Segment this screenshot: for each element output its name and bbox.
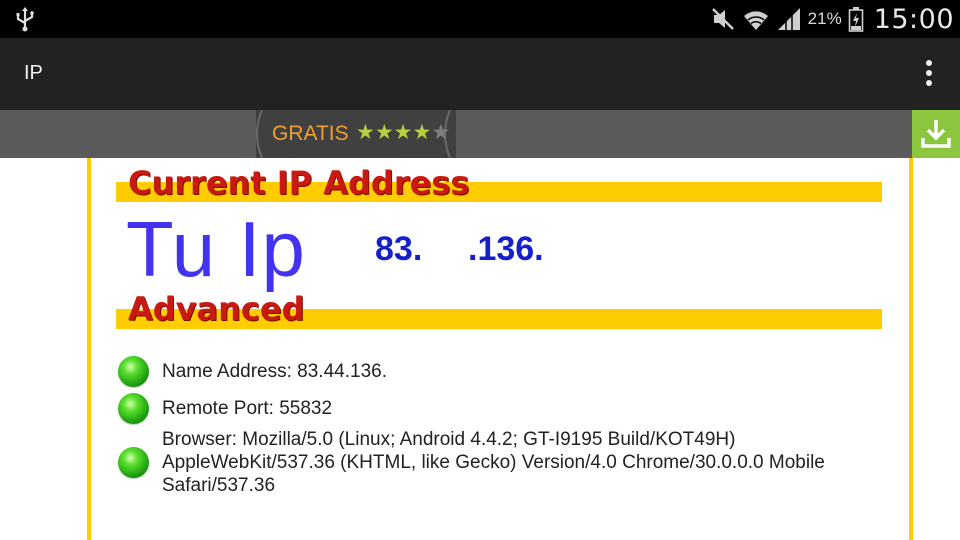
- star-icon-filled: ★★★★: [356, 121, 432, 144]
- list-item: Name Address: 83.44.136.: [118, 356, 387, 387]
- advanced-heading: Advanced: [128, 290, 305, 328]
- web-content: Current IP Address Tu Ip 83. .136. Advan…: [0, 158, 960, 540]
- overflow-menu-icon[interactable]: [922, 60, 936, 90]
- left-border: [87, 158, 91, 540]
- right-border: [909, 158, 913, 540]
- ip-part-1: 83.: [375, 230, 423, 268]
- tu-ip-label: Tu Ip: [126, 205, 306, 293]
- ad-label[interactable]: GRATIS: [272, 122, 349, 146]
- app-title: IP: [24, 62, 43, 84]
- green-ball-icon: [118, 393, 149, 424]
- clock: 15:00: [873, 3, 954, 35]
- green-ball-icon: [118, 356, 149, 387]
- current-ip-heading: Current IP Address: [128, 164, 470, 202]
- wifi-icon: [743, 11, 768, 30]
- mute-icon: [711, 8, 734, 30]
- action-bar: IP: [0, 38, 960, 110]
- green-ball-icon: [118, 447, 149, 478]
- battery-icon: [848, 7, 863, 32]
- star-icon-empty: ★: [431, 121, 451, 144]
- usb-icon: [16, 7, 34, 32]
- battery-percent: 21%: [807, 9, 842, 28]
- name-address-text: Name Address: 83.44.136.: [162, 361, 387, 382]
- list-item: Remote Port: 55832: [118, 393, 332, 424]
- ip-part-2: .136.: [468, 230, 544, 268]
- browser-text: Browser: Mozilla/5.0 (Linux; Android 4.4…: [162, 429, 825, 496]
- ad-banner[interactable]: GRATIS ★★★★★: [0, 110, 960, 158]
- rating-stars: ★★★★★: [356, 120, 450, 145]
- download-icon: [921, 120, 951, 148]
- signal-icon: [777, 8, 800, 31]
- remote-port-text: Remote Port: 55832: [162, 398, 333, 419]
- status-bar: 21% 15:00: [0, 0, 960, 38]
- download-button[interactable]: [912, 110, 960, 158]
- list-item: Browser: Mozilla/5.0 (Linux; Android 4.4…: [118, 428, 878, 497]
